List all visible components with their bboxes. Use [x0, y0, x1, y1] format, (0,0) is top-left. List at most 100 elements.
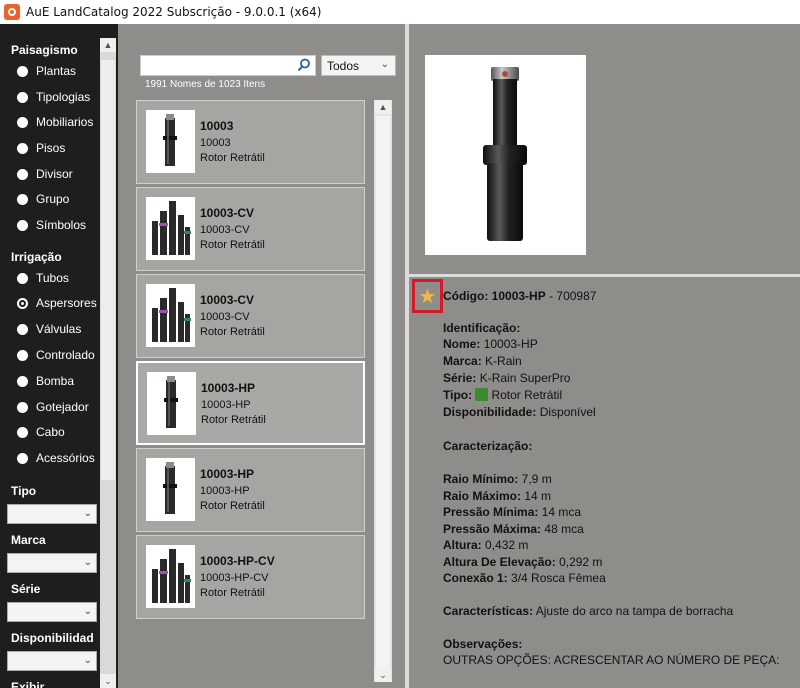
item-type: Rotor Retrátil — [200, 152, 265, 164]
radio-icon[interactable] — [17, 426, 28, 438]
detail-raio-maximo: Raio Máximo: 14 m — [443, 489, 552, 503]
detail-serie: Série: K-Rain SuperPro — [443, 371, 571, 385]
scroll-down-icon[interactable]: ⌄ — [100, 674, 116, 688]
radio-icon[interactable] — [17, 323, 28, 335]
sidebar-item-controlado[interactable]: Controlado — [17, 347, 95, 363]
item-type: Rotor Retrátil — [201, 414, 266, 426]
product-photo — [425, 55, 586, 255]
filter-select-serie[interactable]: ⌄ — [7, 602, 97, 622]
chevron-down-icon: ⌄ — [83, 606, 92, 617]
detail-caracteristicas: Características: Ajuste do arco na tampa… — [443, 604, 734, 618]
detail-altura: Altura: 0,432 m — [443, 538, 529, 552]
sidebar-item-mobiliarios[interactable]: Mobiliarios — [17, 114, 93, 130]
detail-caracterizacao-heading: Caracterização: — [443, 439, 533, 453]
chevron-down-icon: ⌄ — [380, 59, 389, 70]
detail-raio-minimo: Raio Mínimo: 7,9 m — [443, 472, 552, 486]
sidebar-item-valvulas[interactable]: Válvulas — [17, 321, 81, 337]
list-scroll-thumb[interactable] — [376, 116, 390, 668]
list-item[interactable]: 10003-CV 10003-CV Rotor Retrátil — [136, 187, 365, 271]
chevron-down-icon: ⌄ — [83, 508, 92, 519]
star-icon[interactable]: ★ — [419, 284, 437, 309]
filter-dropdown[interactable]: Todos ⌄ — [321, 55, 396, 76]
item-code: 10003 — [200, 119, 234, 133]
radio-icon[interactable] — [17, 65, 28, 77]
detail-nome: Nome: 10003-HP — [443, 337, 538, 351]
list-scrollbar[interactable]: ▲ ⌄ — [374, 100, 392, 682]
radio-icon[interactable] — [17, 193, 28, 205]
chevron-down-icon: ⌄ — [83, 557, 92, 568]
sidebar-item-aspersores[interactable]: Aspersores — [17, 295, 97, 311]
detail-observacoes: OUTRAS OPÇÕES: ACRESCENTAR AO NÚMERO DE … — [443, 653, 780, 667]
item-thumbnail — [146, 458, 195, 521]
list-item[interactable]: 10003-CV 10003-CV Rotor Retrátil — [136, 274, 365, 358]
details-panel: ★ Código: 10003-HP - 700987 Identificaçã… — [409, 24, 800, 688]
detail-pressao-minima: Pressão Mínima: 14 mca — [443, 505, 582, 519]
detail-observacoes-heading: Observações: — [443, 637, 523, 651]
radio-icon[interactable] — [17, 401, 28, 413]
title-bar: AuE LandCatalog 2022 Subscrição - 9.0.0.… — [0, 0, 800, 24]
scroll-up-icon[interactable]: ▲ — [100, 38, 116, 52]
sidebar-item-acessorios[interactable]: Acessórios — [17, 450, 95, 466]
radio-selected-icon[interactable] — [17, 297, 28, 309]
detail-altura-elevacao: Altura De Elevação: 0,292 m — [443, 555, 603, 569]
list-item[interactable]: 10003-HP-CV 10003-HP-CV Rotor Retrátil — [136, 535, 365, 619]
sidebar-scroll-thumb[interactable] — [101, 60, 115, 480]
filter-label-marca: Marca — [11, 533, 46, 547]
sidebar-item-gotejador[interactable]: Gotejador — [17, 399, 89, 415]
filter-label-serie: Série — [11, 582, 41, 596]
search-icon[interactable] — [297, 58, 311, 72]
sidebar-scrollbar[interactable]: ▲ ⌄ — [100, 38, 116, 688]
detail-tipo: Tipo: Rotor Retrátil — [443, 388, 563, 402]
item-code: 10003-HP — [200, 467, 255, 481]
search-input[interactable] — [140, 55, 316, 76]
filter-label-disponibilidade: Disponibilidad — [11, 631, 94, 645]
radio-icon[interactable] — [17, 91, 28, 103]
scroll-down-icon[interactable]: ⌄ — [375, 668, 391, 682]
item-type: Rotor Retrátil — [200, 239, 265, 251]
sidebar-item-plantas[interactable]: Plantas — [17, 63, 76, 79]
sidebar-item-grupo[interactable]: Grupo — [17, 191, 69, 207]
item-type: Rotor Retrátil — [200, 587, 265, 599]
radio-icon[interactable] — [17, 142, 28, 154]
scroll-up-icon[interactable]: ▲ — [375, 100, 391, 114]
item-name: 10003-HP-CV — [200, 572, 269, 584]
item-thumbnail — [146, 545, 195, 608]
section-title-irrigacao: Irrigação — [11, 250, 62, 264]
radio-icon[interactable] — [17, 168, 28, 180]
item-code: 10003-HP — [201, 381, 256, 395]
radio-icon[interactable] — [17, 272, 28, 284]
item-code: 10003-HP-CV — [200, 554, 275, 568]
item-code: 10003-CV — [200, 206, 255, 220]
detail-marca: Marca: K-Rain — [443, 354, 522, 368]
rotor-type-icon — [475, 388, 489, 401]
item-thumbnail — [146, 110, 195, 173]
filter-select-tipo[interactable]: ⌄ — [7, 504, 97, 524]
sidebar-item-tubos[interactable]: Tubos — [17, 270, 69, 286]
app-logo-icon — [4, 4, 20, 20]
detail-disponibilidade: Disponibilidade: Disponível — [443, 405, 596, 419]
details-divider[interactable] — [409, 274, 800, 277]
chevron-down-icon: ⌄ — [83, 655, 92, 666]
sidebar-item-bomba[interactable]: Bomba — [17, 373, 74, 389]
sidebar-item-tipologias[interactable]: Tipologias — [17, 89, 90, 105]
radio-icon[interactable] — [17, 349, 28, 361]
list-item-selected[interactable]: 10003-HP 10003-HP Rotor Retrátil — [136, 361, 365, 445]
sidebar-item-simbolos[interactable]: Símbolos — [17, 217, 86, 233]
radio-icon[interactable] — [17, 116, 28, 128]
filter-select-marca[interactable]: ⌄ — [7, 553, 97, 573]
sidebar-item-cabo[interactable]: Cabo — [17, 424, 65, 440]
detail-code: Código: 10003-HP - 700987 — [443, 289, 597, 303]
list-item[interactable]: 10003-HP 10003-HP Rotor Retrátil — [136, 448, 365, 532]
sidebar-item-pisos[interactable]: Pisos — [17, 140, 65, 156]
sidebar-item-divisor[interactable]: Divisor — [17, 166, 73, 182]
radio-icon[interactable] — [17, 375, 28, 387]
list-item[interactable]: 10003 10003 Rotor Retrátil — [136, 100, 365, 184]
item-list-panel: Todos ⌄ 1991 Nomes de 1023 Itens 10003 1… — [118, 24, 405, 688]
radio-icon[interactable] — [17, 219, 28, 231]
filter-select-disponibilidade[interactable]: ⌄ — [7, 651, 97, 671]
item-type: Rotor Retrátil — [200, 500, 265, 512]
radio-icon[interactable] — [17, 452, 28, 464]
favorite-button[interactable]: ★ — [412, 279, 443, 313]
filter-label-tipo: Tipo — [11, 484, 37, 498]
item-thumbnail — [147, 372, 196, 435]
